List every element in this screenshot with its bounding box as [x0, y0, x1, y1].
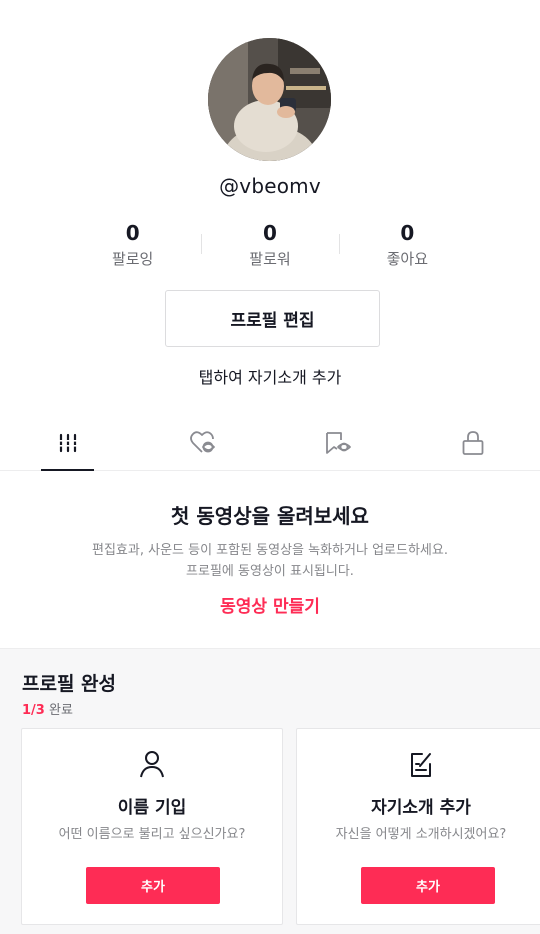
liked-heart-icon — [189, 430, 217, 460]
profile-completion-progress: 1/3 완료 — [22, 699, 73, 718]
person-icon — [22, 749, 282, 783]
stat-likes-count: 0 — [400, 221, 415, 245]
profile-stats: 0 팔로잉 0 팔로워 0 좋아요 — [64, 220, 476, 276]
grid-videos-icon — [57, 432, 79, 458]
empty-state-title: 첫 동영상을 올려보세요 — [171, 504, 369, 528]
tab-favorites[interactable] — [270, 420, 405, 470]
progress-count: 1/3 — [22, 703, 45, 718]
stat-following-count: 0 — [125, 221, 140, 245]
add-name-button[interactable]: 추가 — [86, 867, 220, 904]
card-description: 어떤 이름으로 불리고 싶으신가요? — [58, 827, 246, 842]
stat-followers-count: 0 — [263, 221, 277, 245]
tab-videos[interactable] — [0, 420, 135, 471]
add-bio-card: 자기소개 추가 자신을 어떻게 소개하시겠어요? 추가 — [296, 728, 540, 925]
private-lock-icon — [461, 430, 485, 460]
empty-state-description: 편집효과, 사운드 등이 포함된 동영상을 녹화하거나 업로드하세요. 프로필에… — [0, 540, 540, 582]
profile-completion-section: 프로필 완성 1/3 완료 이름 기입 어떤 이름으로 불리고 싶으신가요? 추… — [0, 648, 540, 934]
empty-state-desc-line2: 프로필에 동영상이 표시됩니다. — [186, 564, 354, 579]
edit-note-icon — [297, 749, 540, 783]
tab-private[interactable] — [405, 420, 540, 470]
card-title: 자기소개 추가 — [371, 798, 471, 818]
stat-following[interactable]: 0 팔로잉 — [64, 220, 201, 276]
card-title: 이름 기입 — [117, 798, 187, 818]
profile-completion-title: 프로필 완성 — [22, 673, 117, 695]
progress-label: 완료 — [48, 703, 73, 718]
empty-state-desc-line1: 편집효과, 사운드 등이 포함된 동영상을 녹화하거나 업로드하세요. — [92, 543, 448, 558]
create-video-link[interactable]: 동영상 만들기 — [0, 592, 540, 617]
profile-tabs — [0, 420, 540, 471]
add-name-card: 이름 기입 어떤 이름으로 불리고 싶으신가요? 추가 — [21, 728, 283, 925]
stat-followers-label: 팔로워 — [249, 250, 291, 268]
add-bio-link[interactable]: 탭하여 자기소개 추가 — [0, 364, 540, 388]
username: @vbeomv — [219, 174, 321, 198]
favorites-bookmark-icon — [324, 430, 352, 460]
stat-likes-label: 좋아요 — [386, 250, 429, 268]
edit-profile-button[interactable]: 프로필 편집 — [165, 290, 380, 347]
card-description: 자신을 어떻게 소개하시겠어요? — [335, 827, 507, 842]
avatar-photo — [208, 38, 331, 161]
add-bio-button[interactable]: 추가 — [361, 867, 495, 904]
stat-following-label: 팔로잉 — [111, 250, 154, 268]
stat-followers[interactable]: 0 팔로워 — [201, 220, 338, 276]
profile-avatar[interactable] — [208, 38, 331, 161]
tab-liked[interactable] — [135, 420, 270, 470]
stat-likes[interactable]: 0 좋아요 — [338, 220, 476, 276]
